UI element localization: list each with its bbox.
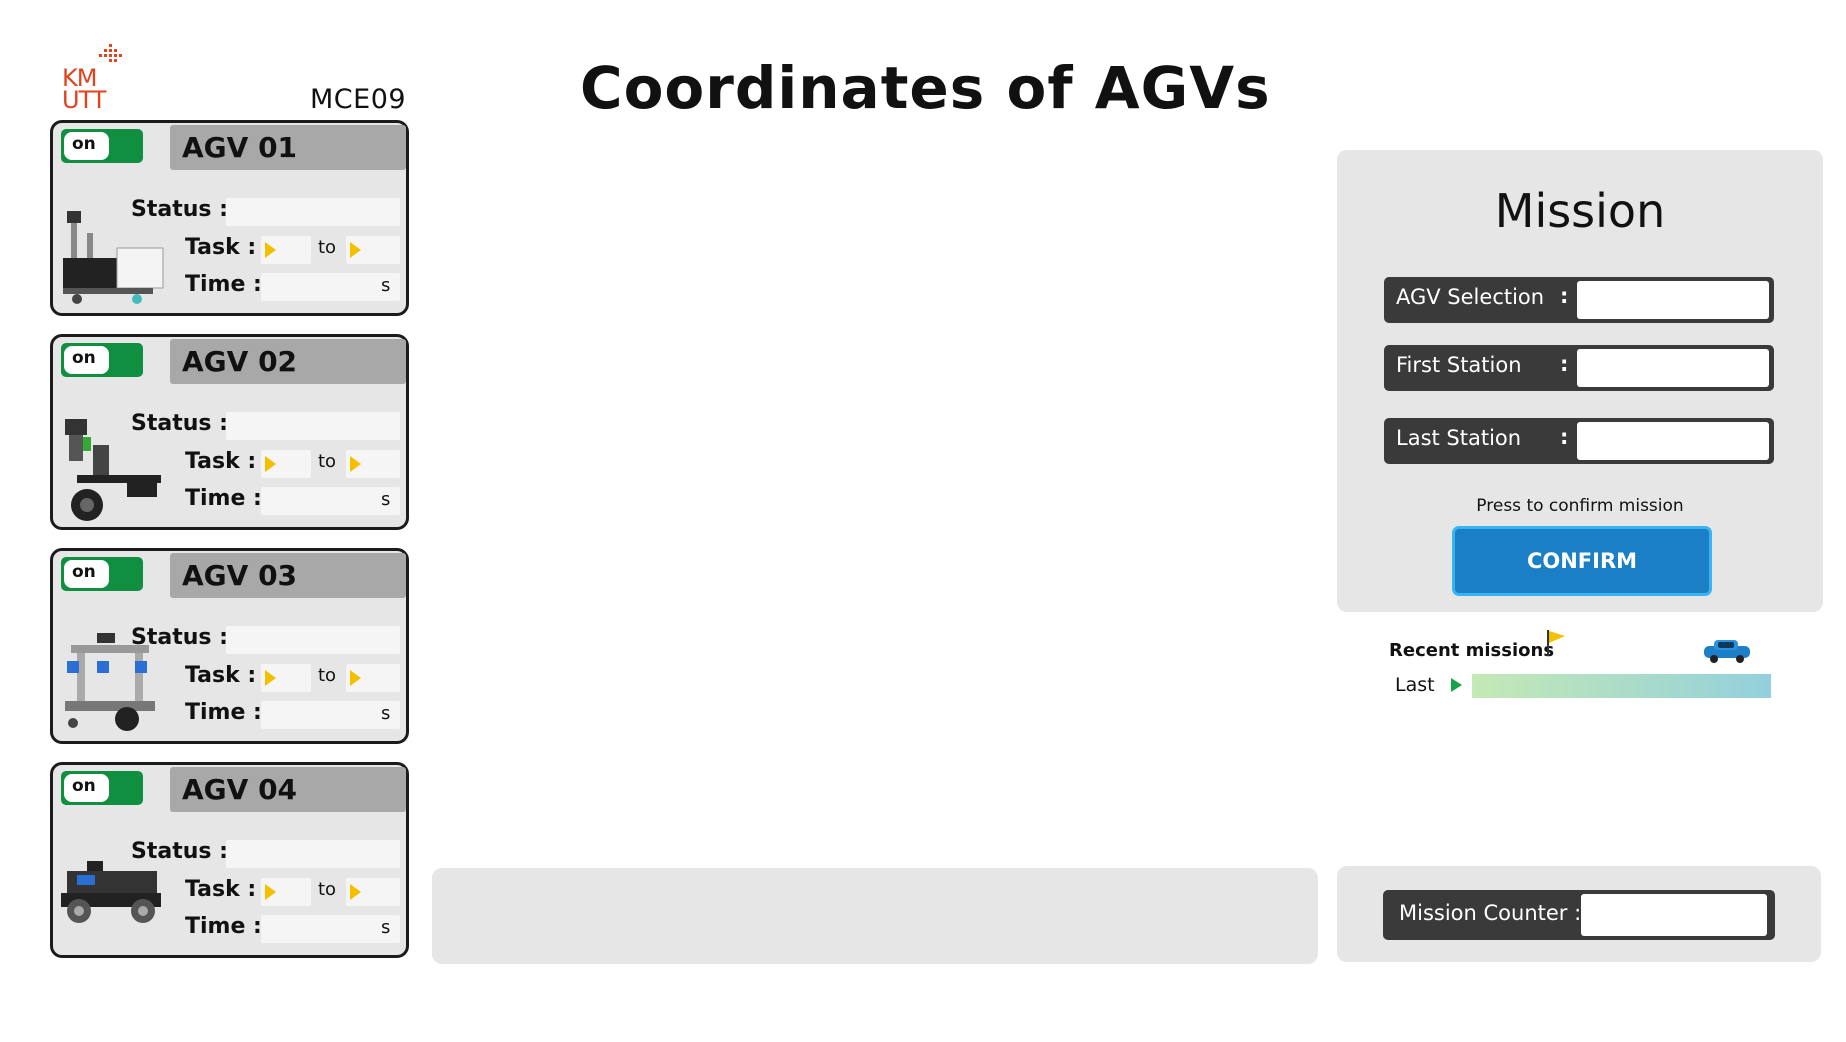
flag-icon: [1547, 630, 1565, 656]
status-label: Status :: [131, 625, 228, 650]
agv-card: on AGV 03 Status : Task : to Time : s: [50, 548, 409, 744]
status-label: Status :: [131, 839, 228, 864]
time-label: Time :: [185, 486, 262, 511]
time-unit: s: [381, 275, 391, 296]
power-toggle[interactable]: on: [61, 771, 143, 805]
mission-title: Mission: [1494, 184, 1666, 238]
row-colon: :: [1560, 352, 1569, 376]
row-colon: :: [1560, 425, 1569, 449]
mission-counter-label: Mission Counter :: [1399, 901, 1582, 925]
play-arrow-icon: [350, 456, 361, 472]
agv-card: on AGV 01 Status : Task : to Time : s: [50, 120, 409, 316]
toggle-label: on: [72, 776, 96, 796]
first-station-input[interactable]: [1577, 349, 1769, 387]
last-station-row: Last Station :: [1384, 418, 1774, 464]
task-label: Task :: [185, 449, 257, 474]
last-station-label: Last Station: [1396, 426, 1522, 450]
status-field: [226, 412, 400, 440]
time-field: [261, 915, 400, 943]
task-to-label: to: [318, 879, 337, 900]
time-unit: s: [381, 917, 391, 938]
task-label: Task :: [185, 235, 257, 260]
kmutt-logo: KM UTT: [62, 44, 124, 114]
agv-name: AGV 03: [170, 553, 406, 598]
agv-robot-icon: [61, 861, 161, 923]
car-icon: [1704, 640, 1750, 663]
last-station-input[interactable]: [1577, 422, 1769, 460]
time-unit: s: [381, 489, 391, 510]
time-field: [261, 487, 400, 515]
mission-panel: Mission AGV Selection : First Station : …: [1337, 150, 1823, 612]
agv-card: on AGV 04 Status : Task : to Time : s: [50, 762, 409, 958]
mission-counter-panel: Mission Counter :: [1337, 866, 1821, 962]
first-station-row: First Station :: [1384, 345, 1774, 391]
play-arrow-icon: [265, 670, 276, 686]
first-station-label: First Station: [1396, 353, 1522, 377]
agv-name: AGV 02: [170, 339, 406, 384]
toggle-label: on: [72, 134, 96, 154]
task-to-label: to: [318, 237, 337, 258]
status-label: Status :: [131, 411, 228, 436]
row-colon: :: [1560, 284, 1569, 308]
play-arrow-icon: [1451, 678, 1462, 692]
time-label: Time :: [185, 272, 262, 297]
logo-dots-icon: [99, 44, 122, 62]
confirm-hint: Press to confirm mission: [1476, 496, 1684, 516]
group-code: MCE09: [310, 84, 407, 115]
status-field: [226, 840, 400, 868]
task-to-label: to: [318, 451, 337, 472]
task-label: Task :: [185, 877, 257, 902]
play-arrow-icon: [350, 884, 361, 900]
last-mission-bar: [1472, 674, 1771, 698]
agv-selection-input[interactable]: [1577, 281, 1769, 319]
page-title: Coordinates of AGVs: [580, 54, 1271, 122]
play-arrow-icon: [265, 242, 276, 258]
time-label: Time :: [185, 700, 262, 725]
coordinates-log-panel: [432, 868, 1318, 964]
agv-name: AGV 01: [170, 125, 406, 170]
status-field: [226, 626, 400, 654]
agv-selection-label: AGV Selection: [1396, 285, 1545, 309]
play-arrow-icon: [265, 884, 276, 900]
status-field: [226, 198, 400, 226]
toggle-label: on: [72, 348, 96, 368]
power-toggle[interactable]: on: [61, 343, 143, 377]
time-field: [261, 701, 400, 729]
play-arrow-icon: [350, 670, 361, 686]
agv-name: AGV 04: [170, 767, 406, 812]
agv-card: on AGV 02 Status : Task : to Time : s: [50, 334, 409, 530]
time-label: Time :: [185, 914, 262, 939]
power-toggle[interactable]: on: [61, 557, 143, 591]
time-unit: s: [381, 703, 391, 724]
last-mission-label: Last: [1395, 674, 1435, 696]
play-arrow-icon: [265, 456, 276, 472]
agv-selection-row: AGV Selection :: [1384, 277, 1774, 323]
status-label: Status :: [131, 197, 228, 222]
logo-line2: UTT: [62, 86, 106, 114]
power-toggle[interactable]: on: [61, 129, 143, 163]
mission-counter-field: [1581, 894, 1767, 936]
recent-missions-label: Recent missions: [1389, 640, 1555, 661]
time-field: [261, 273, 400, 301]
task-label: Task :: [185, 663, 257, 688]
confirm-button[interactable]: CONFIRM: [1452, 526, 1712, 596]
task-to-label: to: [318, 665, 337, 686]
play-arrow-icon: [350, 242, 361, 258]
mission-counter-row: Mission Counter :: [1383, 890, 1775, 940]
toggle-label: on: [72, 562, 96, 582]
